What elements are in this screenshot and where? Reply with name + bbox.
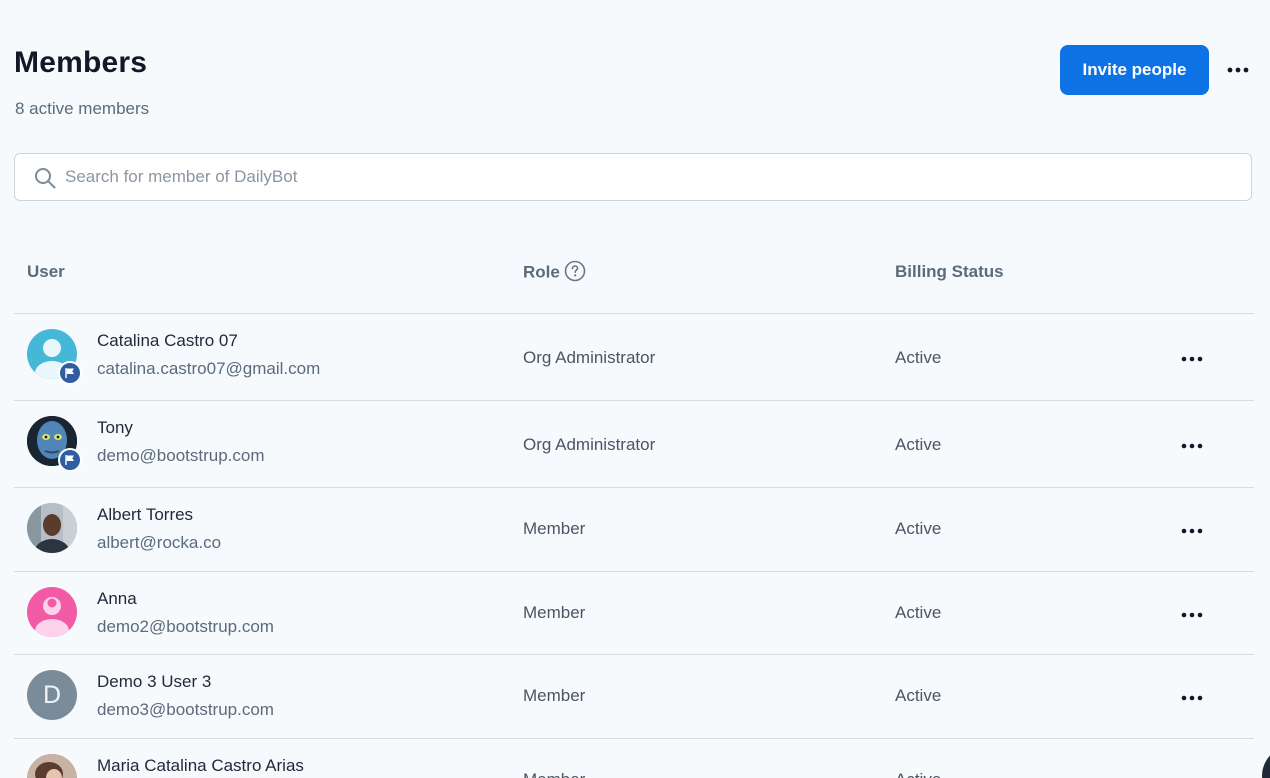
billing-status: Active	[895, 603, 942, 622]
billing-status: Active	[895, 519, 942, 538]
table-row[interactable]: D Demo 3 User 3 demo3@bootstrup.com Memb…	[0, 655, 1270, 738]
column-header-role-label: Role	[523, 262, 560, 282]
member-role: Member	[523, 686, 586, 705]
table-row[interactable]: Maria Catalina Castro Arias Member Activ…	[0, 739, 1270, 778]
flag-icon	[65, 455, 74, 465]
members-page: Members 8 active members Invite people U…	[0, 0, 1270, 778]
user-photo	[27, 754, 77, 778]
row-more-options-icon[interactable]	[1178, 605, 1206, 625]
search-icon	[35, 168, 56, 189]
table-row[interactable]: Catalina Castro 07 catalina.castro07@gma…	[0, 314, 1270, 400]
member-role: Member	[523, 519, 586, 538]
member-role: Org Administrator	[523, 348, 656, 367]
member-role: Member	[523, 603, 586, 622]
column-header-role[interactable]: Role	[523, 260, 586, 284]
help-icon[interactable]	[564, 260, 586, 282]
member-name: Catalina Castro 07	[97, 331, 238, 350]
member-email: catalina.castro07@gmail.com	[97, 359, 321, 378]
search-input[interactable]	[65, 154, 1235, 200]
billing-status: Active	[895, 435, 942, 454]
admin-badge	[58, 361, 82, 385]
invite-people-button[interactable]: Invite people	[1060, 45, 1209, 95]
member-email: demo@bootstrup.com	[97, 446, 265, 465]
member-name: Demo 3 User 3	[97, 672, 212, 691]
row-more-options-icon[interactable]	[1178, 349, 1206, 369]
row-more-options-icon[interactable]	[1178, 688, 1206, 708]
table-row[interactable]: Albert Torres albert@rocka.co Member Act…	[0, 488, 1270, 571]
search-box	[14, 153, 1252, 201]
admin-badge	[58, 448, 82, 472]
avatar	[27, 503, 77, 553]
flag-icon	[65, 368, 74, 378]
member-email: demo2@bootstrup.com	[97, 617, 274, 636]
billing-status: Active	[895, 686, 942, 705]
row-more-options-icon[interactable]	[1178, 436, 1206, 456]
page-title: Members	[14, 46, 148, 79]
member-name: Albert Torres	[97, 505, 194, 524]
avatar-initial: D	[42, 681, 62, 709]
member-role: Member	[523, 770, 585, 778]
member-name: Anna	[97, 589, 137, 608]
avatar	[27, 587, 77, 637]
member-name: Tony	[97, 418, 133, 437]
row-more-options-icon[interactable]	[1178, 521, 1206, 541]
avatar: D	[27, 670, 77, 720]
user-photo	[27, 503, 77, 553]
more-options-icon[interactable]	[1224, 56, 1252, 84]
table-row[interactable]: Tony demo@bootstrup.com Org Administrato…	[0, 401, 1270, 487]
column-header-user[interactable]: User	[27, 262, 65, 282]
person-icon	[35, 597, 69, 637]
billing-status: Active	[895, 770, 941, 778]
billing-status: Active	[895, 348, 942, 367]
member-email: albert@rocka.co	[97, 533, 222, 552]
member-role: Org Administrator	[523, 435, 656, 454]
member-count: 8 active members	[15, 99, 150, 118]
column-header-billing-status[interactable]: Billing Status	[895, 262, 1004, 282]
table-row[interactable]: Anna demo2@bootstrup.com Member Active	[0, 572, 1270, 654]
member-email: demo3@bootstrup.com	[97, 700, 274, 719]
member-name: Maria Catalina Castro Arias	[97, 756, 304, 775]
avatar	[27, 754, 77, 778]
